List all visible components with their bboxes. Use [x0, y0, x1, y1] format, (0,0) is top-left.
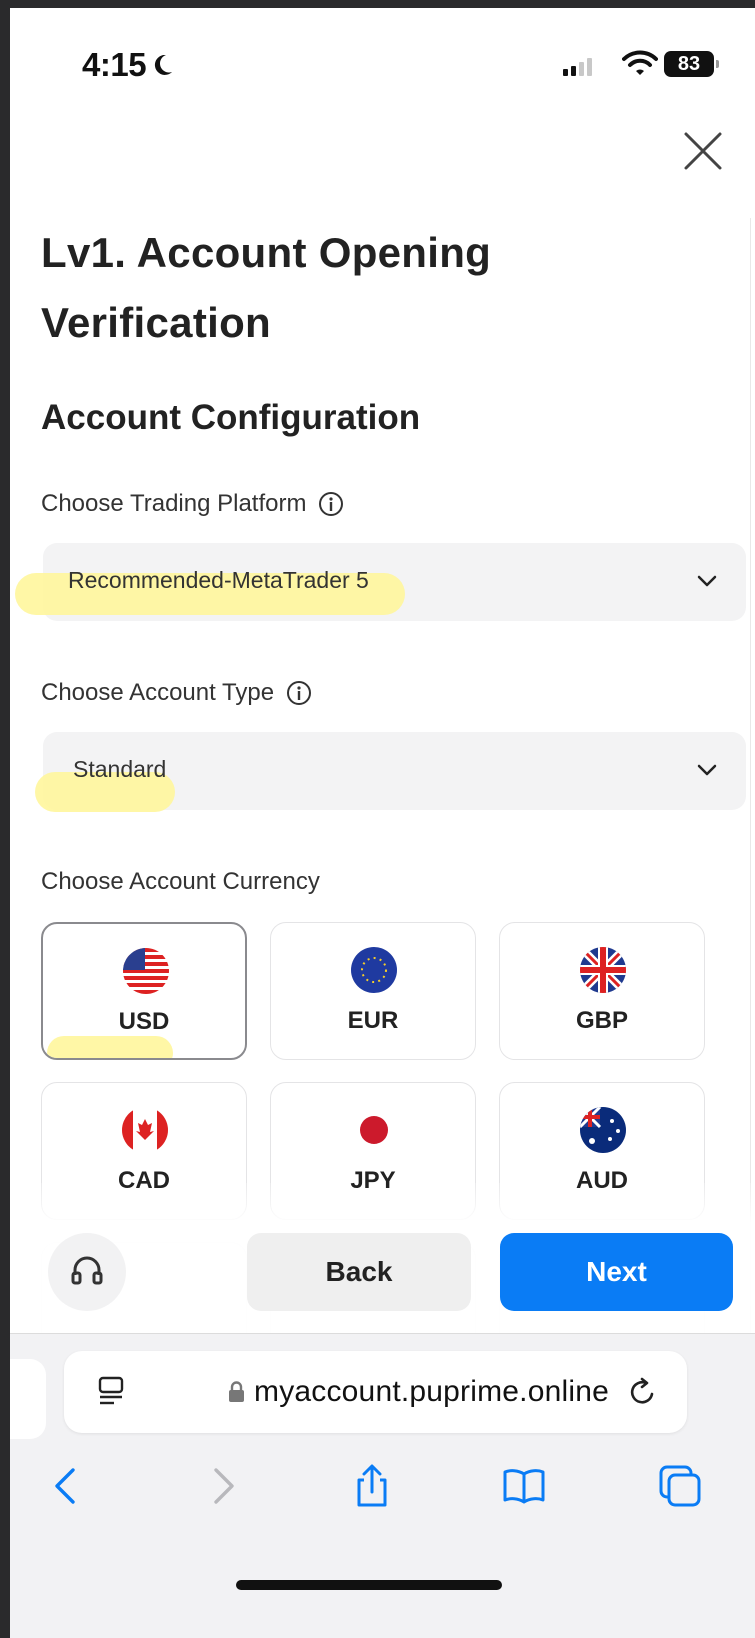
uk-flag-icon — [580, 947, 626, 993]
wifi-icon — [622, 50, 658, 75]
status-time-text: 4:15 — [82, 46, 147, 83]
status-time: 4:15 — [82, 46, 174, 84]
browser-toolbar: myaccount.puprime.online — [10, 1333, 755, 1638]
account-type-label-text: Choose Account Type — [41, 679, 275, 706]
section-title: Account Configuration — [41, 398, 421, 437]
platform-select[interactable]: Recommended-MetaTrader 5 — [15, 543, 746, 621]
previous-tab-edge[interactable] — [10, 1359, 46, 1439]
currency-code: JPY — [350, 1167, 396, 1194]
info-icon[interactable] — [286, 680, 312, 706]
battery-level: 83 — [677, 52, 701, 75]
account-type-select-value: Standard — [73, 756, 167, 782]
currency-code: AUD — [576, 1167, 628, 1194]
currency-option-gbp[interactable]: GBP — [499, 922, 705, 1060]
currency-code: GBP — [575, 1007, 628, 1034]
chevron-down-icon — [697, 575, 717, 587]
back-button[interactable]: Back — [247, 1233, 471, 1311]
address-bar[interactable]: myaccount.puprime.online — [64, 1351, 687, 1433]
platform-label: Choose Trading Platform — [41, 490, 344, 518]
currency-code: USD — [118, 1008, 170, 1035]
currency-code: CAD — [118, 1167, 170, 1194]
account-type-label: Choose Account Type — [41, 679, 312, 707]
platform-select-value: Recommended-MetaTrader 5 — [68, 567, 369, 593]
japan-flag-icon — [351, 1107, 397, 1153]
info-icon[interactable] — [318, 491, 344, 517]
signal-icon — [563, 56, 592, 76]
page-title: Lv1. Account Opening Verification — [41, 229, 492, 346]
chevron-down-icon — [697, 764, 717, 776]
support-button[interactable] — [48, 1233, 126, 1311]
back-arrow-icon[interactable] — [45, 1464, 89, 1508]
reload-icon[interactable] — [626, 1375, 660, 1409]
moon-icon — [154, 54, 173, 75]
next-button[interactable]: Next — [500, 1233, 733, 1311]
tabs-icon[interactable] — [658, 1464, 702, 1508]
currency-option-usd[interactable]: USD — [41, 922, 247, 1060]
currency-label-text: Choose Account Currency — [41, 868, 320, 895]
reader-icon[interactable] — [98, 1376, 124, 1408]
forward-arrow-icon[interactable] — [200, 1464, 244, 1508]
battery-indicator: 83 — [664, 51, 719, 77]
bookmarks-icon[interactable] — [502, 1464, 546, 1508]
currency-label: Choose Account Currency — [41, 868, 320, 896]
currency-option-eur[interactable]: EUR — [270, 922, 476, 1060]
eu-flag-icon — [351, 947, 397, 993]
currency-code: EUR — [347, 1007, 399, 1034]
close-icon[interactable] — [682, 130, 724, 172]
status-bar: 4:15 83 — [10, 8, 755, 108]
us-flag-icon — [123, 948, 169, 994]
home-indicator[interactable] — [236, 1580, 502, 1590]
australia-flag-icon — [580, 1107, 626, 1153]
headset-icon — [71, 1256, 103, 1285]
account-type-select[interactable]: Standard — [35, 732, 746, 812]
highlight-mark — [47, 1036, 173, 1058]
url-text: myaccount.puprime.online — [254, 1375, 609, 1408]
canada-flag-icon — [122, 1107, 168, 1153]
share-icon[interactable] — [350, 1464, 394, 1508]
screen: 4:15 83 Lv1. Account Opening Verificatio… — [10, 8, 755, 1638]
lock-icon — [229, 1381, 244, 1402]
platform-label-text: Choose Trading Platform — [41, 490, 307, 517]
